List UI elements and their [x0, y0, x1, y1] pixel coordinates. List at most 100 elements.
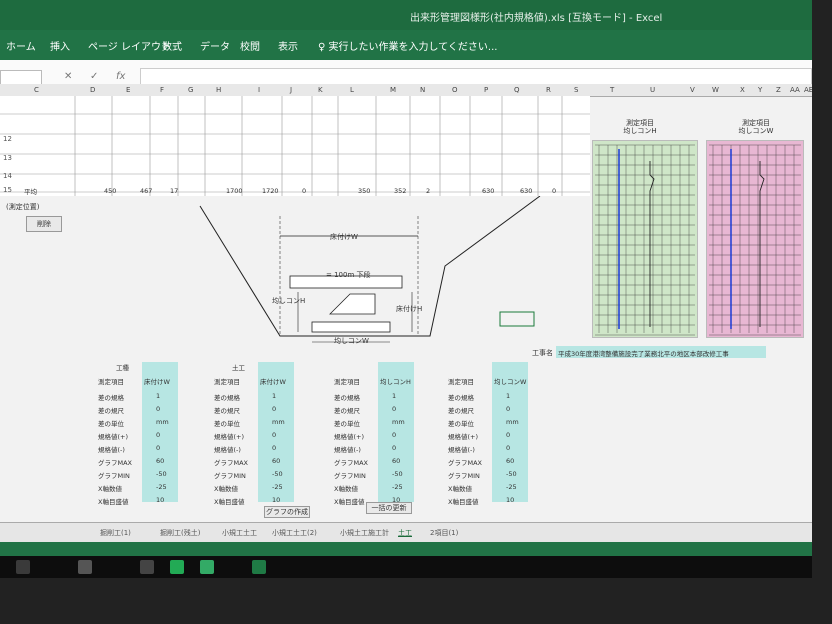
work-name-cell[interactable]: 平成30年度港湾整備施設完了業務北平の地区本部改修工事 — [556, 346, 766, 358]
sheet-tabs: 掘削工(1) 掘削工(残土) 小規工土工 小規工土工(2) 小規土工施工計 土工 2項目(1… — [0, 522, 812, 543]
panel-row-value[interactable]: 10 — [506, 496, 514, 504]
panel-row-value[interactable]: 0 — [506, 405, 510, 413]
column-header[interactable]: J — [290, 86, 292, 94]
panel-row-value[interactable]: 1 — [272, 392, 276, 400]
start-icon[interactable] — [16, 560, 30, 574]
panel-row-value[interactable]: 1 — [156, 392, 160, 400]
column-header[interactable]: AB — [804, 86, 812, 94]
column-header[interactable]: L — [350, 86, 354, 94]
chart-w-title-2: 均しコンW — [738, 127, 774, 135]
column-header[interactable]: E — [126, 86, 130, 94]
browser-icon[interactable] — [170, 560, 184, 574]
column-header[interactable]: P — [484, 86, 488, 94]
tab-formulas[interactable]: 数式 — [162, 38, 182, 53]
excel-icon[interactable] — [252, 560, 266, 574]
panel-item-value[interactable]: 均しコンH — [380, 376, 411, 386]
panel-row-value[interactable]: -25 — [506, 483, 517, 491]
tell-me-search[interactable]: ♀ 実行したい作業を入力してください... — [318, 38, 497, 53]
enter-icon[interactable]: ✓ — [90, 71, 98, 82]
column-header[interactable]: Y — [758, 86, 762, 94]
column-header[interactable]: Z — [776, 86, 781, 94]
chart-h-title-2: 均しコンH — [623, 127, 657, 135]
column-header[interactable]: H — [216, 86, 221, 94]
panel-row-value[interactable]: 1 — [392, 392, 396, 400]
panel-row-value[interactable]: 0 — [156, 431, 160, 439]
panel-row-label: X軸目盛値 — [214, 498, 245, 506]
panel-item-value[interactable]: 床付けW — [144, 376, 170, 386]
tab-data[interactable]: データ — [200, 38, 230, 53]
panel-row-value[interactable]: 0 — [272, 431, 276, 439]
column-header[interactable]: T — [610, 86, 614, 94]
graph-create-button[interactable]: グラフの作成 — [264, 506, 310, 518]
column-header[interactable]: N — [420, 86, 425, 94]
panel-row-value[interactable]: -25 — [156, 483, 167, 491]
panel-row-value[interactable]: 0 — [392, 405, 396, 413]
panel-row-value[interactable]: 60 — [156, 457, 164, 465]
column-header[interactable]: I — [258, 86, 260, 94]
panel-row-value[interactable]: 0 — [506, 444, 510, 452]
app-icon[interactable] — [200, 560, 214, 574]
panel-row-value[interactable]: -50 — [392, 470, 403, 478]
sheet-tab[interactable]: 土工 — [398, 528, 412, 538]
sheet-tab[interactable]: 掘削工(1) — [100, 528, 131, 538]
column-header[interactable]: C — [34, 86, 39, 94]
sheet-tab[interactable]: 掘削工(残土) — [160, 528, 200, 538]
fx-icon[interactable]: fx — [116, 71, 125, 82]
panel-item-label: 測定項目 — [334, 378, 360, 386]
cancel-icon[interactable]: ✕ — [64, 71, 72, 82]
column-header[interactable]: V — [690, 86, 695, 94]
panel-item-value[interactable]: 床付けW — [260, 376, 286, 386]
column-header[interactable]: O — [452, 86, 458, 94]
tab-page-layout[interactable]: ページ レイアウト — [88, 38, 171, 53]
column-header[interactable]: W — [712, 86, 719, 94]
panel-row-value[interactable]: 1 — [506, 392, 510, 400]
column-header[interactable]: G — [188, 86, 193, 94]
panel-row-value[interactable]: 60 — [392, 457, 400, 465]
panel-row-value[interactable]: mm — [272, 418, 285, 426]
panel-row-value[interactable]: -25 — [392, 483, 403, 491]
panel-row-value[interactable]: -50 — [506, 470, 517, 478]
tab-home[interactable]: ホーム — [6, 38, 36, 53]
file-explorer-icon[interactable] — [140, 560, 154, 574]
panel-row-value[interactable]: 60 — [272, 457, 280, 465]
update-button[interactable]: 一括の更新 — [366, 502, 412, 514]
panel-row-value[interactable]: 0 — [506, 431, 510, 439]
panel-row-value[interactable]: mm — [392, 418, 405, 426]
search-icon[interactable] — [78, 560, 92, 574]
column-header[interactable]: K — [318, 86, 323, 94]
column-header[interactable]: Q — [514, 86, 520, 94]
sheet-tab[interactable]: 小規工土工(2) — [272, 528, 317, 538]
panel-row-label: 規格値(+) — [334, 433, 365, 441]
panel-item-value[interactable]: 均しコンW — [494, 376, 526, 386]
tab-view[interactable]: 表示 — [278, 38, 298, 53]
panel-row-value[interactable]: -50 — [272, 470, 283, 478]
panel-row-value[interactable]: -25 — [272, 483, 283, 491]
panel-row-value[interactable]: 60 — [506, 457, 514, 465]
sheet-tab[interactable]: 小規工土工 — [222, 528, 257, 538]
panel-row-value[interactable]: 0 — [392, 444, 396, 452]
column-header[interactable]: U — [650, 86, 655, 94]
panel-row-value[interactable]: mm — [506, 418, 519, 426]
panel-row-value[interactable]: -50 — [156, 470, 167, 478]
column-header[interactable]: F — [160, 86, 164, 94]
panel-row-value[interactable]: 0 — [156, 444, 160, 452]
tab-insert[interactable]: 挿入 — [50, 38, 70, 53]
sheet-tab[interactable]: 小規土工施工計 — [340, 528, 389, 538]
panel-row-value[interactable]: 10 — [272, 496, 280, 504]
panel-row-value[interactable]: 0 — [272, 405, 276, 413]
delete-button[interactable]: 削除 — [26, 216, 62, 232]
panel-row-value[interactable]: 0 — [392, 431, 396, 439]
panel-row-value[interactable]: 10 — [156, 496, 164, 504]
panel-row-value[interactable]: mm — [156, 418, 169, 426]
panel-row-value[interactable]: 0 — [272, 444, 276, 452]
column-header[interactable]: D — [90, 86, 95, 94]
panel-row-label: 規格値(+) — [448, 433, 479, 441]
column-header[interactable]: M — [390, 86, 396, 94]
panel-row-value[interactable]: 0 — [156, 405, 160, 413]
column-header[interactable]: AA — [790, 86, 800, 94]
column-header[interactable]: X — [740, 86, 745, 94]
sheet-tab[interactable]: 2項目(1) — [430, 528, 458, 538]
column-header[interactable]: R — [546, 86, 551, 94]
column-header[interactable]: S — [574, 86, 578, 94]
tab-review[interactable]: 校閲 — [240, 38, 260, 53]
